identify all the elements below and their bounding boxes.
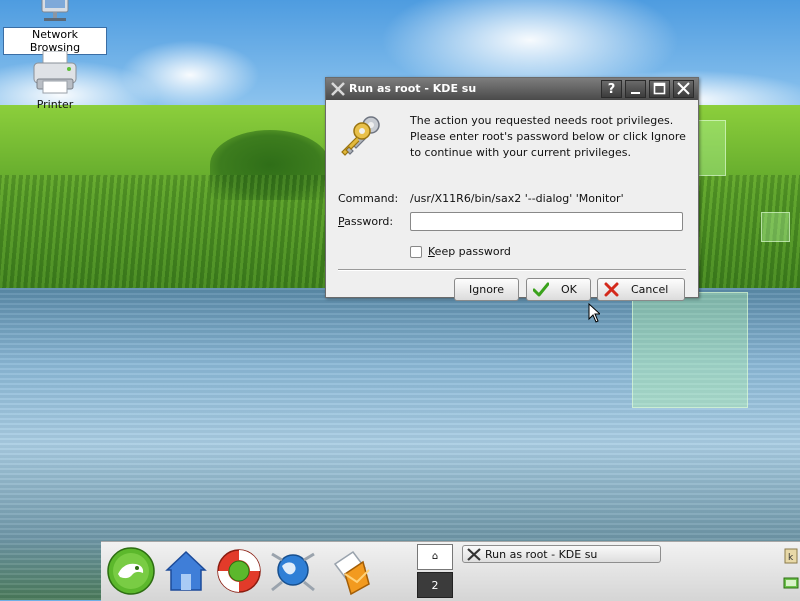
pager-desktop-1-label: ⌂ <box>431 551 439 562</box>
keys-icon <box>341 116 380 156</box>
svg-text:k: k <box>788 553 794 563</box>
help-lifebuoy-icon[interactable] <box>214 546 264 596</box>
x-icon <box>467 548 481 561</box>
desktop-pager: ⌂ 2 <box>417 544 453 598</box>
kmail-icon[interactable] <box>323 546 373 596</box>
pager-desktop-2-label: 2 <box>431 579 439 592</box>
maximize-button[interactable] <box>649 80 670 98</box>
taskbar-task-label: Run as root - KDE su <box>485 548 598 561</box>
mouse-cursor-icon <box>588 303 600 323</box>
x-app-icon <box>331 82 345 96</box>
ok-button-label: OK <box>561 283 577 296</box>
dialog-titlebar[interactable]: Run as root - KDE su ? <box>326 78 698 100</box>
dialog-message-line: to continue with your current privileges… <box>410 146 632 159</box>
wallpaper-glass-pane <box>632 292 748 408</box>
printer-icon <box>33 50 77 94</box>
wallpaper-glass-pane <box>697 120 726 176</box>
keep-password-label: Keep password <box>428 245 511 258</box>
ignore-button[interactable]: Ignore <box>454 278 519 301</box>
desktop-icon-network-browsing[interactable]: Network Browsing <box>3 0 107 55</box>
cancel-button[interactable]: Cancel <box>597 278 685 301</box>
wallpaper-glass-pane <box>761 212 790 242</box>
desktop-icon-label: Printer <box>36 98 74 111</box>
keep-password-label-rest: eep password <box>434 245 511 258</box>
command-value: /usr/X11R6/bin/sax2 '--dialog' 'Monitor' <box>410 192 624 205</box>
network-tray-icon[interactable] <box>783 575 799 591</box>
help-button[interactable]: ? <box>601 80 622 98</box>
home-icon[interactable] <box>161 546 211 596</box>
button-separator <box>338 269 686 271</box>
checkmark-icon <box>533 282 549 297</box>
dialog-message-line: The action you requested needs root priv… <box>410 114 674 127</box>
password-label-rest: assword: <box>344 215 394 228</box>
keep-password-accel: K <box>428 245 435 258</box>
dialog-body: The action you requested needs root priv… <box>326 100 698 301</box>
cancel-x-icon <box>604 282 619 297</box>
command-label: Command: <box>338 192 399 205</box>
pager-desktop-1[interactable]: ⌂ <box>417 544 453 570</box>
password-label: Password: <box>338 215 393 228</box>
desktop-icon-printer[interactable]: Printer <box>3 50 107 111</box>
run-as-root-dialog: Run as root - KDE su ? The action you re… <box>325 77 699 301</box>
ok-button[interactable]: OK <box>526 278 591 301</box>
cancel-button-label: Cancel <box>631 283 669 296</box>
keep-password-checkbox[interactable] <box>410 246 422 258</box>
network-icon <box>41 0 69 21</box>
password-input[interactable] <box>410 212 683 231</box>
dialog-message: The action you requested needs root priv… <box>410 113 690 161</box>
taskbar-task-button[interactable]: Run as root - KDE su <box>462 545 661 563</box>
suse-menu-icon[interactable] <box>106 546 156 596</box>
dialog-title: Run as root - KDE su <box>349 82 477 95</box>
klipper-icon[interactable]: k <box>783 548 799 564</box>
minimize-button[interactable] <box>625 80 646 98</box>
kicker-taskbar: ⌂ 2 Run as root - KDE su k <box>101 541 800 601</box>
maximize-icon <box>653 82 666 95</box>
dialog-message-line: Please enter root's password below or cl… <box>410 130 686 143</box>
close-button[interactable] <box>673 80 694 98</box>
close-icon <box>677 82 690 95</box>
minimize-icon <box>631 92 640 94</box>
konqueror-globe-icon[interactable] <box>268 546 318 596</box>
ignore-button-label: Ignore <box>469 283 504 296</box>
pager-desktop-2[interactable]: 2 <box>417 572 453 598</box>
